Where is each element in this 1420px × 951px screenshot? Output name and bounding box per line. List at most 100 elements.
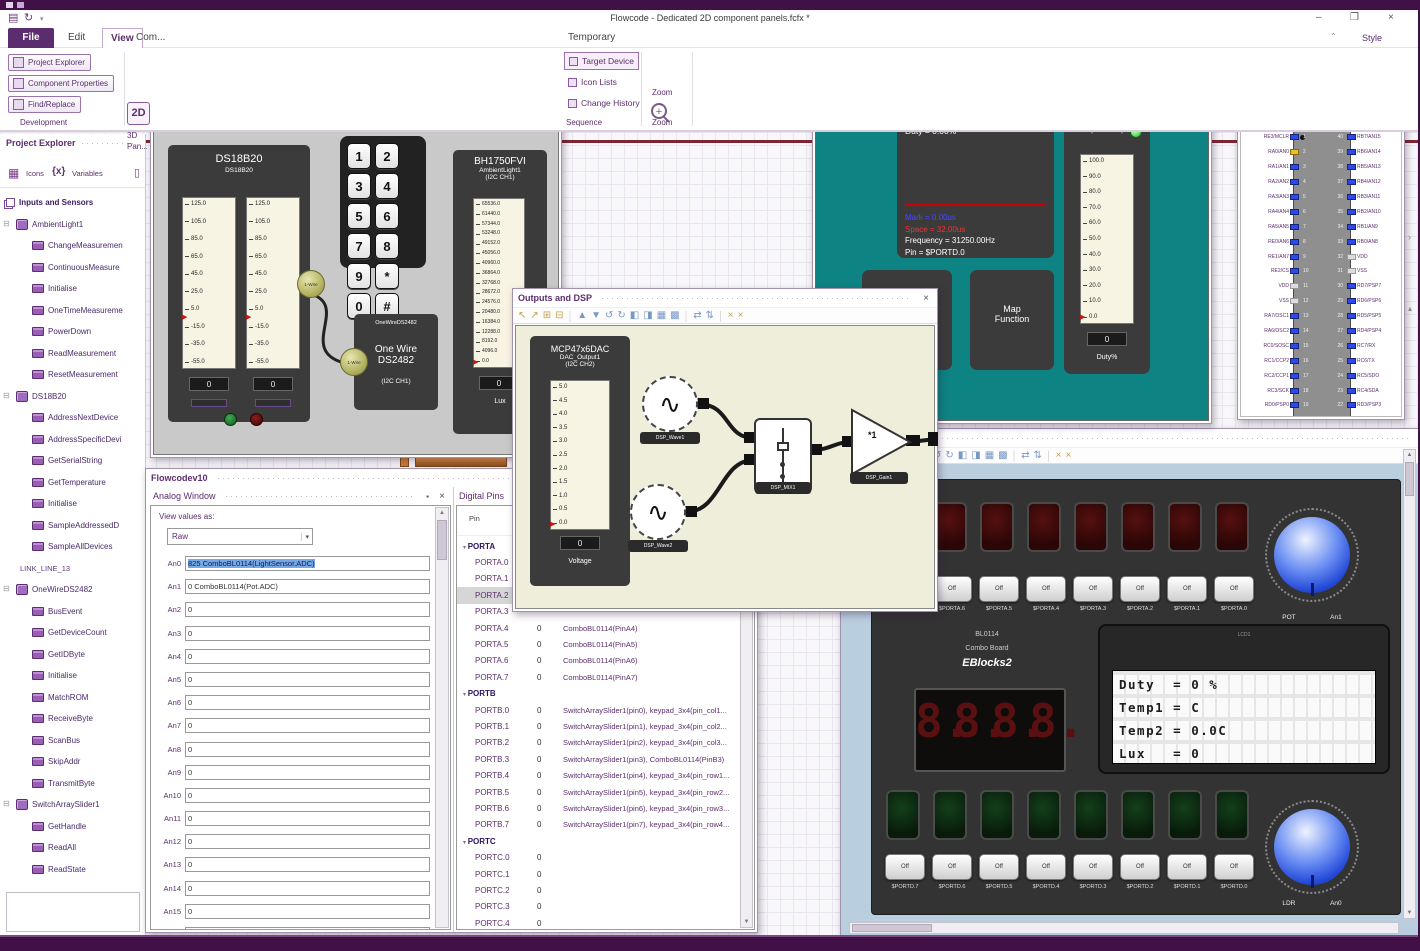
toolbar-icon[interactable]: ↺	[605, 310, 613, 321]
toolbar-icon[interactable]: ▦	[657, 310, 666, 321]
chip-pin-row[interactable]: VSS 12 29 RD6/PSP6	[1243, 294, 1401, 309]
pwm-gauge-component[interactable]: PWM PWM2 (PWM CH1) ▶ 100.090.080.070.060…	[1064, 102, 1150, 374]
toolbar-icon[interactable]: ×	[737, 310, 743, 321]
pot-knob[interactable]	[1265, 508, 1359, 602]
ribbon-toggle-item[interactable]: Icon Lists	[564, 73, 621, 91]
analog-value-field[interactable]: 0	[185, 602, 430, 618]
tree-item[interactable]: ContinuousMeasure	[2, 257, 144, 279]
pin-pad-left[interactable]	[1290, 253, 1299, 260]
ribbon-collapse-icon[interactable]: ⌃	[1330, 32, 1337, 41]
ldr-knob-ball[interactable]	[1274, 809, 1350, 885]
portd-switch[interactable]: Off $PORTD.6	[930, 854, 974, 890]
keypad-key[interactable]: 7	[347, 233, 371, 259]
ribbon-button[interactable]: Project Explorer	[8, 54, 91, 71]
dac-gauge[interactable]: ▶ 5.0 4.5 4.0 3.5 3.0 2.5 2.0 1.5 1.0 0.5 0.0	[550, 380, 610, 530]
minimize-button[interactable]: –	[1316, 12, 1322, 23]
chip-pin-row[interactable]: RE0/AN6 8 33 RB0/AN8	[1243, 234, 1401, 249]
pin-pad-right[interactable]	[1347, 238, 1356, 245]
portd-switch[interactable]: Off $PORTD.5	[977, 854, 1021, 890]
toolbar-icon[interactable]: ⇄	[693, 310, 701, 321]
pin-icon[interactable]: ▪	[423, 492, 432, 501]
tree-item[interactable]: Initialise	[2, 493, 144, 515]
tab-edit[interactable]: Edit	[60, 28, 93, 48]
pin-pad-left[interactable]	[1290, 208, 1299, 215]
board-hscrollbar[interactable]	[849, 922, 1399, 934]
zoom-minus[interactable]: -	[660, 100, 663, 109]
analog-value-field[interactable]: 0	[185, 834, 430, 850]
toolbar-icon[interactable]: ×	[1065, 450, 1071, 461]
pin-pad-left[interactable]	[1290, 283, 1299, 290]
analog-row[interactable]: An16 0	[155, 927, 430, 929]
analog-row[interactable]: An12 0	[155, 834, 430, 850]
port-toggle-button[interactable]: Off	[885, 854, 925, 880]
toolbar-icon[interactable]: ↖	[518, 310, 526, 321]
chip-pin-row[interactable]: RC0/SOSC 15 26 RC7/RX	[1243, 338, 1401, 353]
analog-value-field[interactable]: 0	[185, 880, 430, 896]
pwm-gauge-scale[interactable]: ▶ 100.0 90.0 80.0 70.0 60.0 50.0 40.0 30.0 20.0 1…	[1080, 154, 1134, 324]
pin-pad-right[interactable]	[1347, 372, 1356, 379]
analog-vscrollbar[interactable]: ▲	[435, 507, 449, 928]
pin-pad-right[interactable]	[1347, 179, 1356, 186]
pin-pad-right[interactable]	[1347, 208, 1356, 215]
pin-pad-right[interactable]	[1347, 387, 1356, 394]
ds18b20-component[interactable]: DS18B20 DS18B20 ▶ 125.0 105.0 85.0 65.0 45.0…	[168, 145, 310, 426]
port-toggle-button[interactable]: Off	[1214, 854, 1254, 880]
pin-pad-right[interactable]	[1347, 342, 1356, 349]
port-toggle-button[interactable]: Off	[932, 854, 972, 880]
porta-switch[interactable]: Off $PORTA.2	[1118, 576, 1162, 612]
digital-pin-row[interactable]: PORTB.1 0 SwitchArraySlider1(pin1), keyp…	[457, 718, 739, 734]
toolbar-icon[interactable]: ⇅	[1034, 450, 1042, 461]
ribbon-button[interactable]: Find/Replace	[8, 96, 82, 113]
pin-pad-right[interactable]	[1347, 164, 1356, 171]
close-icon[interactable]: ×	[436, 491, 448, 502]
chip-pin-row[interactable]: RD0/PSP0 19 22 RD3/PSP3	[1243, 398, 1401, 413]
toolbar-icon[interactable]: ◨	[971, 450, 980, 461]
analog-value-field[interactable]: 825 ComboBL0114(LightSensor.ADC)	[185, 556, 430, 571]
analog-value-field[interactable]: 0	[185, 764, 430, 780]
pin-pad-left[interactable]	[1290, 149, 1299, 156]
port-toggle-button[interactable]: Off	[1026, 854, 1066, 880]
tree-item[interactable]: ReadAll	[2, 837, 144, 859]
onewire-node-1[interactable]: 1-Wire	[297, 270, 325, 298]
pin-pad-right[interactable]	[1347, 283, 1356, 290]
tree-item[interactable]: SkipAddr	[2, 751, 144, 773]
digital-pin-row[interactable]: PORTB.3 0 SwitchArraySlider1(pin3), Comb…	[457, 751, 739, 767]
keypad-key[interactable]: 5	[347, 203, 371, 229]
icons-grid-icon[interactable]: ▦	[8, 166, 21, 180]
portd-switch[interactable]: Off $PORTD.1	[1165, 854, 1209, 890]
toolbar-icon[interactable]: │	[568, 311, 574, 321]
chip-pin-row[interactable]: RC3/SCK 18 23 RC4/SDA	[1243, 383, 1401, 398]
digital-pin-row[interactable]: PORTC.2 0	[457, 882, 739, 898]
pin-pad-left[interactable]	[1290, 357, 1299, 364]
port-toggle-button[interactable]: Off	[1026, 576, 1066, 602]
tree-item[interactable]: ReadState	[2, 859, 144, 881]
analog-value-field[interactable]: 0	[185, 741, 430, 757]
porta-switch[interactable]: Off $PORTA.5	[977, 576, 1021, 612]
map-function-component[interactable]: Map Function	[970, 270, 1054, 370]
pin-pad-left[interactable]	[1290, 238, 1299, 245]
toolbar-icon[interactable]: │	[1046, 451, 1052, 461]
tab-temporary[interactable]: Temporary	[560, 28, 623, 48]
tree-item[interactable]: SampleAllDevices	[2, 536, 144, 558]
toolbar-icon[interactable]: ▼	[591, 310, 601, 321]
pin-pad-left[interactable]	[1290, 134, 1299, 141]
toolbar-icon[interactable]: │	[1012, 451, 1018, 461]
port-toggle-button[interactable]: Off	[1214, 576, 1254, 602]
pot-knob-ball[interactable]	[1274, 517, 1350, 593]
porta-switch[interactable]: Off $PORTA.1	[1165, 576, 1209, 612]
tab-file[interactable]: File	[8, 28, 54, 48]
chip-pin-row[interactable]: RD1/PSP1 20 21 RD2/PSP2	[1243, 413, 1401, 416]
ribbon-toggle-item[interactable]: Change History	[564, 94, 644, 112]
analog-row[interactable]: An2 0	[155, 602, 430, 618]
toolbar-icon[interactable]: ×	[1056, 450, 1062, 461]
digital-pin-row[interactable]: PORTB.0 0 SwitchArraySlider1(pin0), keyp…	[457, 702, 739, 718]
digital-pin-row[interactable]: PORTB.5 0 SwitchArraySlider1(pin5), keyp…	[457, 784, 739, 800]
chip-pin-row[interactable]: RA6/OSC2 14 27 RD4/PSP4	[1243, 324, 1401, 339]
pin-pad-right[interactable]	[1347, 357, 1356, 364]
restore-button[interactable]: ❐	[1350, 12, 1359, 23]
digital-pin-row[interactable]: PORTC.4 0	[457, 915, 739, 929]
chip-pin-row[interactable]: RE1/AN7 9 32 VDD	[1243, 249, 1401, 264]
pin-pad-right[interactable]	[1347, 253, 1356, 260]
chip-pin-row[interactable]: RE3/MCLR 1 40 RB7/AN15	[1243, 130, 1401, 145]
analog-value-field[interactable]: 0 ComboBL0114(Pot.ADC)	[185, 579, 430, 595]
